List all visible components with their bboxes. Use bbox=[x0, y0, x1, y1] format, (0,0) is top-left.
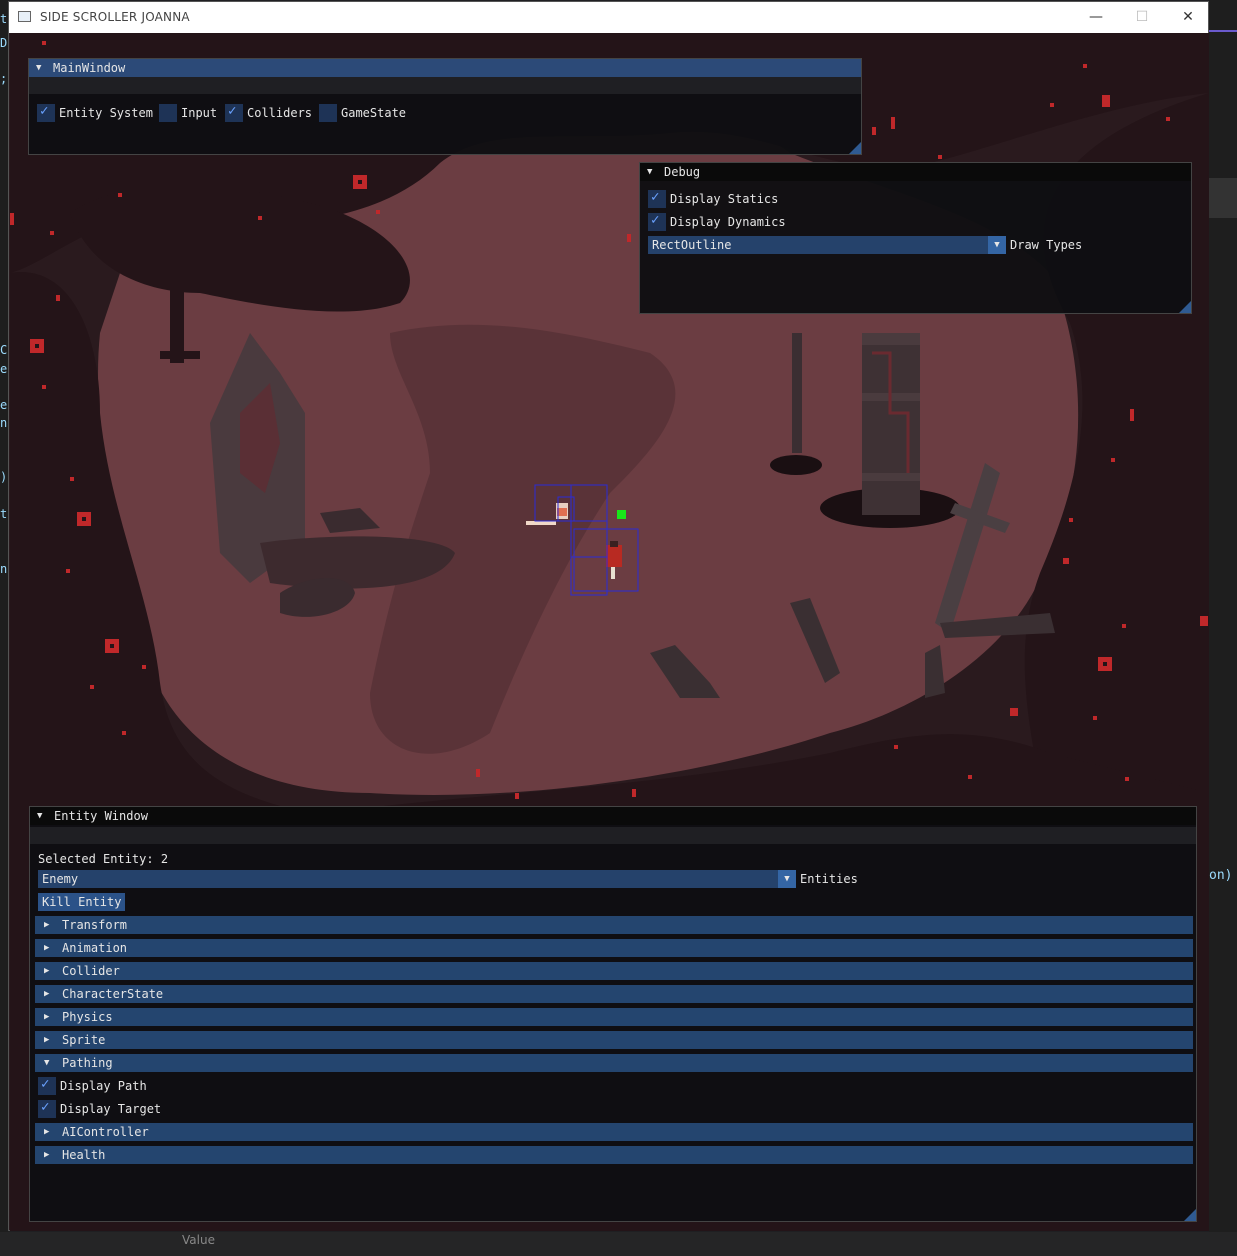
ide-code-fragment: ; bbox=[0, 72, 8, 86]
main-window-header[interactable]: ▼ MainWindow bbox=[29, 59, 861, 77]
triangle-right-icon: ▶ bbox=[44, 989, 50, 999]
triangle-right-icon: ▶ bbox=[44, 1150, 50, 1160]
colliders-checkbox[interactable]: ✓ bbox=[225, 103, 243, 122]
ide-pane bbox=[1209, 178, 1237, 218]
header-label: Animation bbox=[62, 941, 128, 955]
triangle-right-icon: ▶ bbox=[44, 1012, 50, 1022]
display-statics-checkbox[interactable]: ✓ bbox=[648, 189, 666, 208]
kill-entity-button[interactable]: Kill Entity bbox=[38, 893, 126, 911]
check-icon: ✓ bbox=[41, 1099, 50, 1115]
check-icon: ✓ bbox=[40, 103, 49, 119]
triangle-down-icon: ▼ bbox=[44, 1058, 50, 1068]
draw-types-combo[interactable]: RectOutline ▼ bbox=[648, 236, 1006, 254]
display-target-checkbox[interactable]: ✓ bbox=[38, 1099, 56, 1118]
input-checkbox[interactable] bbox=[159, 104, 177, 122]
resize-grip[interactable] bbox=[1179, 301, 1191, 313]
header-label: Transform bbox=[62, 918, 128, 932]
draw-types-value: RectOutline bbox=[652, 238, 732, 252]
header-health[interactable]: ▶ Health bbox=[35, 1146, 1193, 1164]
ide-code-fragment: e bbox=[0, 362, 8, 376]
header-label: Health bbox=[62, 1148, 106, 1162]
header-aicontroller[interactable]: ▶ AIController bbox=[35, 1123, 1193, 1141]
main-window-title: MainWindow bbox=[53, 61, 126, 75]
triangle-right-icon: ▶ bbox=[44, 1127, 50, 1137]
display-dynamics-checkbox[interactable]: ✓ bbox=[648, 212, 666, 231]
entities-label: Entities bbox=[800, 872, 858, 886]
main-window-panel[interactable]: ▼ MainWindow ✓ Entity System Input ✓ Col… bbox=[28, 58, 862, 155]
triangle-down-icon: ▼ bbox=[647, 167, 653, 177]
ide-code-fragment: ) bbox=[0, 470, 8, 484]
header-label: CharacterState bbox=[62, 987, 164, 1001]
maximize-button[interactable]: ☐ bbox=[1119, 2, 1165, 33]
entity-window-header[interactable]: ▼ Entity Window bbox=[30, 807, 1196, 825]
ide-code-fragment: n bbox=[0, 562, 8, 576]
header-animation[interactable]: ▶ Animation bbox=[35, 939, 1193, 957]
ide-bottom-bar: Value bbox=[0, 1232, 1237, 1256]
header-pathing[interactable]: ▼ Pathing bbox=[35, 1054, 1193, 1072]
colliders-label: Colliders bbox=[247, 106, 313, 120]
ide-code-fragment: on) bbox=[1209, 868, 1233, 883]
triangle-right-icon: ▶ bbox=[44, 966, 50, 976]
ide-accent-line bbox=[1209, 30, 1237, 32]
entities-combo[interactable]: Enemy ▼ bbox=[38, 870, 796, 888]
header-sprite[interactable]: ▶ Sprite bbox=[35, 1031, 1193, 1049]
header-label: Pathing bbox=[62, 1056, 113, 1070]
entities-combo-value: Enemy bbox=[42, 872, 79, 886]
triangle-right-icon: ▶ bbox=[44, 943, 50, 953]
triangle-right-icon: ▶ bbox=[44, 920, 50, 930]
display-target-label: Display Target bbox=[60, 1102, 162, 1116]
ide-value-label: Value bbox=[182, 1233, 215, 1247]
header-collider[interactable]: ▶ Collider bbox=[35, 962, 1193, 980]
draw-types-label: Draw Types bbox=[1010, 238, 1083, 252]
app-icon bbox=[18, 11, 31, 22]
header-label: Sprite bbox=[62, 1033, 106, 1047]
triangle-down-icon: ▼ bbox=[36, 63, 42, 73]
ide-code-fragment: C bbox=[0, 343, 8, 357]
ide-right-edge: on) bbox=[1209, 0, 1237, 1256]
chevron-down-icon[interactable]: ▼ bbox=[778, 870, 796, 888]
entity-window-title: Entity Window bbox=[54, 809, 148, 823]
input-label: Input bbox=[181, 106, 218, 120]
header-characterstate[interactable]: ▶ CharacterState bbox=[35, 985, 1193, 1003]
minimize-button[interactable]: — bbox=[1073, 2, 1119, 33]
chevron-down-icon[interactable]: ▼ bbox=[988, 236, 1006, 254]
gamestate-label: GameState bbox=[341, 106, 407, 120]
entity-window-panel[interactable]: ▼ Entity Window Selected Entity: 2 Enemy… bbox=[29, 806, 1197, 1222]
ide-code-fragment: n bbox=[0, 416, 8, 430]
display-dynamics-label: Display Dynamics bbox=[670, 215, 786, 229]
header-physics[interactable]: ▶ Physics bbox=[35, 1008, 1193, 1026]
ide-code-fragment: t bbox=[0, 507, 8, 521]
window-title: SIDE SCROLLER JOANNA bbox=[40, 10, 190, 24]
menu-separator bbox=[30, 827, 1196, 844]
entity-system-label: Entity System bbox=[59, 106, 153, 120]
debug-window-header[interactable]: ▼ Debug bbox=[640, 163, 1191, 181]
gamestate-checkbox[interactable] bbox=[319, 104, 337, 122]
check-icon: ✓ bbox=[651, 212, 660, 228]
title-bar[interactable]: SIDE SCROLLER JOANNA — ☐ ✕ bbox=[9, 2, 1208, 33]
resize-grip[interactable] bbox=[1184, 1209, 1196, 1221]
header-label: AIController bbox=[62, 1125, 149, 1139]
header-label: Collider bbox=[62, 964, 120, 978]
header-transform[interactable]: ▶ Transform bbox=[35, 916, 1193, 934]
debug-window-title: Debug bbox=[664, 165, 701, 179]
display-path-checkbox[interactable]: ✓ bbox=[38, 1076, 56, 1095]
display-statics-label: Display Statics bbox=[670, 192, 779, 206]
debug-window-panel[interactable]: ▼ Debug ✓ Display Statics ✓ Display Dyna… bbox=[639, 162, 1192, 314]
path-target-marker bbox=[617, 510, 626, 519]
check-icon: ✓ bbox=[228, 103, 237, 119]
check-icon: ✓ bbox=[651, 189, 660, 205]
check-icon: ✓ bbox=[41, 1076, 50, 1092]
header-label: Physics bbox=[62, 1010, 113, 1024]
entity-system-checkbox[interactable]: ✓ bbox=[37, 103, 55, 122]
triangle-down-icon: ▼ bbox=[37, 811, 43, 821]
menu-separator bbox=[29, 77, 861, 94]
ide-code-fragment: e bbox=[0, 398, 8, 412]
triangle-right-icon: ▶ bbox=[44, 1035, 50, 1045]
display-path-label: Display Path bbox=[60, 1079, 147, 1093]
selected-entity-text: Selected Entity: 2 bbox=[38, 852, 169, 866]
resize-grip[interactable] bbox=[849, 142, 861, 154]
close-button[interactable]: ✕ bbox=[1165, 2, 1211, 33]
